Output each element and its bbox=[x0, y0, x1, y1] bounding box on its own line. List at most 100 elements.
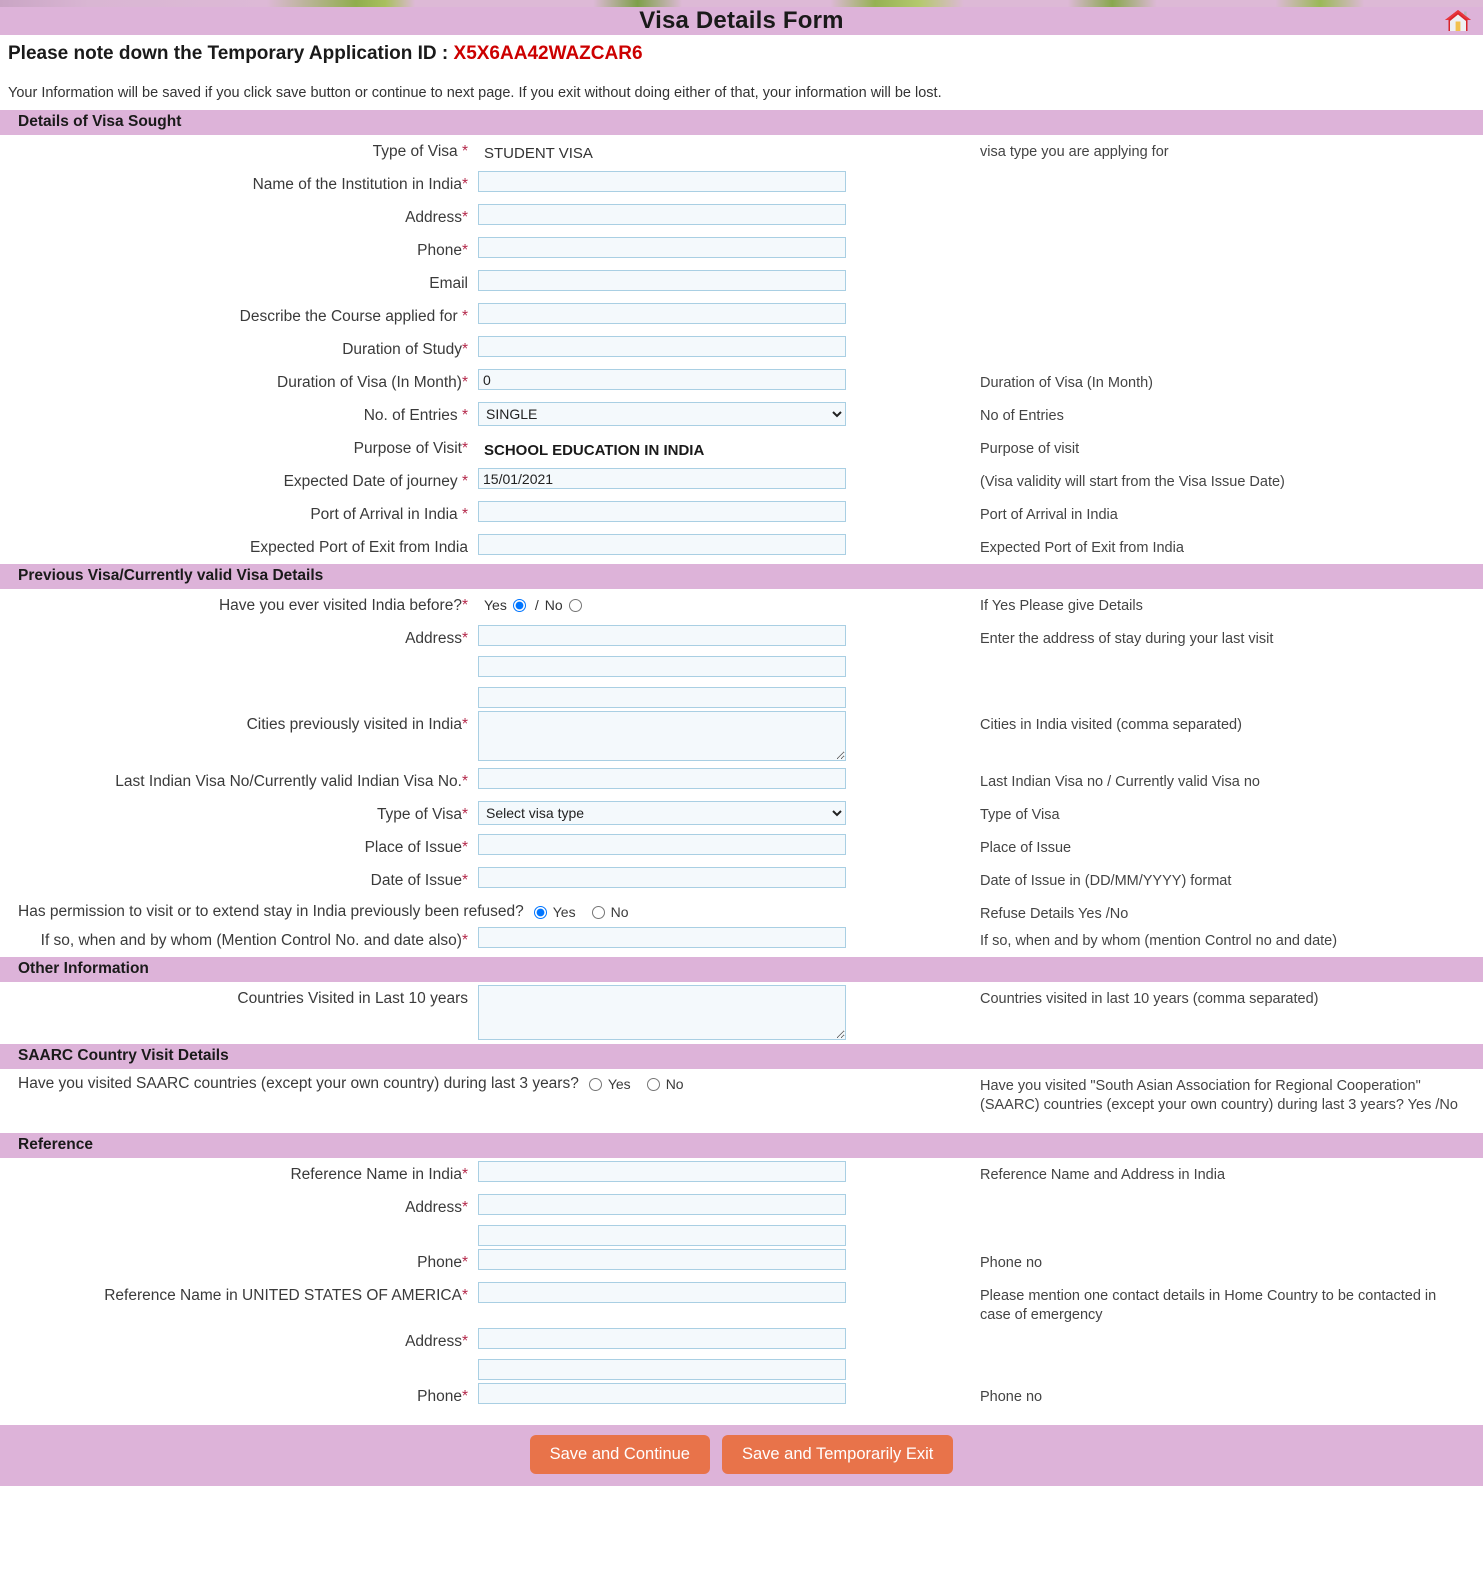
refused-yes-radio[interactable] bbox=[533, 905, 547, 919]
label-purpose: Purpose of Visit* bbox=[353, 440, 468, 457]
row-port-exit: Expected Port of Exit from India Expecte… bbox=[0, 531, 1483, 564]
hint-ref-name-home: Please mention one contact details in Ho… bbox=[980, 1288, 1437, 1323]
field-course bbox=[478, 300, 968, 324]
port-arrival-input[interactable] bbox=[478, 501, 846, 522]
hint-course bbox=[968, 300, 1483, 308]
required-marker: * bbox=[461, 1199, 468, 1216]
saarc-question-text: Have you visited SAARC countries (except… bbox=[18, 1075, 579, 1092]
saarc-radio-group: Yes No bbox=[588, 1076, 696, 1092]
hint-saarc: Have you visited "South Asian Associatio… bbox=[980, 1078, 1458, 1113]
application-id-value: X5X6AA42WAZCAR6 bbox=[453, 43, 643, 64]
home-icon[interactable] bbox=[1443, 8, 1473, 34]
cities-textarea[interactable] bbox=[478, 711, 846, 761]
row-prev-address: Address* Enter the address of stay durin… bbox=[0, 622, 1483, 708]
row-ref-address-home: Address* bbox=[0, 1325, 1483, 1380]
row-last-visa-no: Last Indian Visa No/Currently valid Indi… bbox=[0, 765, 1483, 798]
countries-visited-textarea[interactable] bbox=[478, 985, 846, 1040]
port-exit-input[interactable] bbox=[478, 534, 846, 555]
address-input[interactable] bbox=[478, 204, 846, 225]
ref-phone-home-input[interactable] bbox=[478, 1383, 846, 1404]
visited-before-no-radio[interactable] bbox=[568, 598, 582, 612]
saarc-yes-label: Yes bbox=[607, 1076, 631, 1092]
field-ref-name-india bbox=[478, 1158, 968, 1182]
hint-purpose: Purpose of visit bbox=[980, 441, 1080, 457]
visited-before-no-label: No bbox=[544, 597, 563, 613]
field-address bbox=[478, 201, 968, 225]
ref-name-india-input[interactable] bbox=[478, 1161, 846, 1182]
label-ref-phone-india: Phone* bbox=[417, 1254, 468, 1271]
ref-name-home-input[interactable] bbox=[478, 1282, 846, 1303]
place-of-issue-input[interactable] bbox=[478, 834, 846, 855]
course-input[interactable] bbox=[478, 303, 846, 324]
required-marker: * bbox=[461, 143, 468, 160]
required-marker: * bbox=[461, 1166, 468, 1183]
row-no-of-entries: No. of Entries * SINGLE No of Entries bbox=[0, 399, 1483, 432]
refused-question: Has permission to visit or to extend sta… bbox=[0, 897, 968, 921]
institution-input[interactable] bbox=[478, 171, 846, 192]
row-ref-phone-india: Phone* Phone no bbox=[0, 1246, 1483, 1279]
label-address: Address* bbox=[405, 209, 468, 226]
label-ref-name-india: Reference Name in India* bbox=[290, 1166, 468, 1183]
ref-address-home-line1-input[interactable] bbox=[478, 1328, 846, 1349]
ref-address-india-line2-input[interactable] bbox=[478, 1225, 846, 1246]
refused-no-radio[interactable] bbox=[591, 905, 605, 919]
field-phone bbox=[478, 234, 968, 258]
visited-before-yes-radio[interactable] bbox=[512, 598, 526, 612]
saarc-no-radio[interactable] bbox=[646, 1077, 660, 1091]
required-marker: * bbox=[461, 1333, 468, 1350]
ref-phone-india-input[interactable] bbox=[478, 1249, 846, 1270]
hint-ref-address-india bbox=[968, 1191, 1483, 1199]
save-warning-text: Your Information will be saved if you cl… bbox=[8, 85, 942, 101]
row-duration-study: Duration of Study* bbox=[0, 333, 1483, 366]
prev-address-line1-input[interactable] bbox=[478, 625, 846, 646]
label-place-of-issue: Place of Issue* bbox=[364, 839, 468, 856]
row-address: Address* bbox=[0, 201, 1483, 234]
hint-visited-before: If Yes Please give Details bbox=[980, 598, 1143, 614]
field-ref-phone-india bbox=[478, 1246, 968, 1270]
hint-expected-date: (Visa validity will start from the Visa … bbox=[980, 474, 1285, 490]
save-and-continue-button[interactable]: Save and Continue bbox=[529, 1435, 710, 1474]
refused-detail-input[interactable] bbox=[478, 927, 846, 948]
field-ref-address-india bbox=[478, 1191, 968, 1246]
required-marker: * bbox=[461, 473, 468, 490]
hint-phone bbox=[968, 234, 1483, 242]
visited-before-yes-label: Yes bbox=[484, 597, 507, 613]
section-header-previous-visa: Previous Visa/Currently valid Visa Detai… bbox=[0, 564, 1483, 589]
row-ref-address-india: Address* bbox=[0, 1191, 1483, 1246]
hint-refused: Refuse Details Yes /No bbox=[980, 906, 1129, 922]
visited-before-radio-group: Yes / No bbox=[478, 592, 968, 613]
field-prev-type-of-visa: Select visa type bbox=[478, 798, 968, 825]
hint-email bbox=[968, 267, 1483, 275]
page-title: Visa Details Form bbox=[639, 7, 844, 34]
date-of-issue-input[interactable] bbox=[478, 867, 846, 888]
required-marker: * bbox=[461, 1388, 468, 1405]
phone-input[interactable] bbox=[478, 237, 846, 258]
email-input[interactable] bbox=[478, 270, 846, 291]
no-of-entries-select[interactable]: SINGLE bbox=[478, 402, 846, 426]
save-and-temporarily-exit-button[interactable]: Save and Temporarily Exit bbox=[721, 1435, 954, 1474]
hint-no-of-entries: No of Entries bbox=[980, 408, 1064, 424]
prev-address-line2-input[interactable] bbox=[478, 656, 846, 677]
prev-type-of-visa-select[interactable]: Select visa type bbox=[478, 801, 846, 825]
row-email: Email bbox=[0, 267, 1483, 300]
prev-address-line3-input[interactable] bbox=[478, 687, 846, 708]
required-marker: * bbox=[461, 773, 468, 790]
ref-address-home-line2-input[interactable] bbox=[478, 1359, 846, 1380]
expected-date-input[interactable] bbox=[478, 468, 846, 489]
row-ref-name-home: Reference Name in UNITED STATES OF AMERI… bbox=[0, 1279, 1483, 1325]
row-refused-detail: If so, when and by whom (Mention Control… bbox=[0, 924, 1483, 957]
ref-address-india-line1-input[interactable] bbox=[478, 1194, 846, 1215]
reference-rows: Reference Name in India* Reference Name … bbox=[0, 1158, 1483, 1413]
saarc-yes-radio[interactable] bbox=[588, 1077, 602, 1091]
hint-address bbox=[968, 201, 1483, 209]
duration-study-input[interactable] bbox=[478, 336, 846, 357]
page-title-bar: Visa Details Form bbox=[0, 7, 1483, 35]
row-cities: Cities previously visited in India* Citi… bbox=[0, 708, 1483, 765]
last-visa-no-input[interactable] bbox=[478, 768, 846, 789]
duration-visa-input[interactable] bbox=[478, 369, 846, 390]
hint-ref-name-india: Reference Name and Address in India bbox=[980, 1167, 1226, 1183]
required-marker: * bbox=[461, 374, 468, 391]
field-email bbox=[478, 267, 968, 291]
section-header-saarc: SAARC Country Visit Details bbox=[0, 1044, 1483, 1069]
row-prev-type-of-visa: Type of Visa* Select visa type Type of V… bbox=[0, 798, 1483, 831]
